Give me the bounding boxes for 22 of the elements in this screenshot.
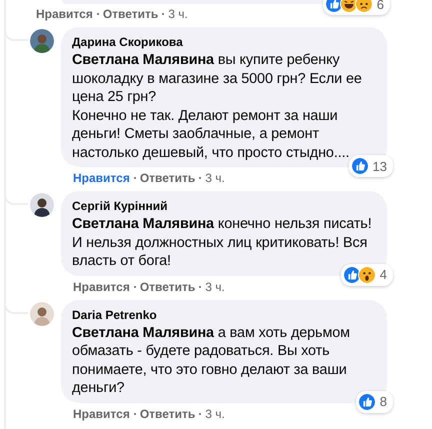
reply-link[interactable]: Ответить	[140, 171, 196, 185]
reaction-count: 8	[380, 394, 387, 409]
timestamp[interactable]: 3 ч.	[205, 406, 225, 420]
like-link[interactable]: Нравится	[73, 280, 130, 294]
reaction-badge[interactable]: 4	[340, 264, 393, 286]
reaction-badge[interactable]: 8	[356, 390, 393, 412]
reaction-count: 13	[372, 158, 387, 174]
timestamp[interactable]: 3 ч.	[205, 280, 225, 294]
reaction-count: 4	[380, 267, 387, 282]
reply-link[interactable]: Ответить	[102, 7, 158, 21]
reply-link[interactable]: Ответить	[140, 406, 196, 420]
like-link[interactable]: Нравится	[73, 406, 130, 420]
timestamp[interactable]: 3 ч.	[205, 171, 225, 185]
reply-link[interactable]: Ответить	[140, 280, 196, 294]
comment-text: Светлана Малявина а вам хоть дерьмом обмазать - будете радоваться. Вы хоть понимаете, что это говно делают за ваши деньги?	[72, 324, 351, 398]
author-name[interactable]: Дарина Скорикова	[72, 34, 183, 50]
like-link[interactable]: Нравится	[36, 7, 93, 21]
timestamp[interactable]: 3 ч.	[168, 7, 188, 21]
author-name[interactable]: Daria Petrenko	[72, 306, 157, 322]
author-name[interactable]: Сергій Курінний	[72, 198, 168, 214]
like-link[interactable]: Нравится	[73, 171, 130, 185]
reaction-badge[interactable]: 13	[348, 155, 393, 177]
